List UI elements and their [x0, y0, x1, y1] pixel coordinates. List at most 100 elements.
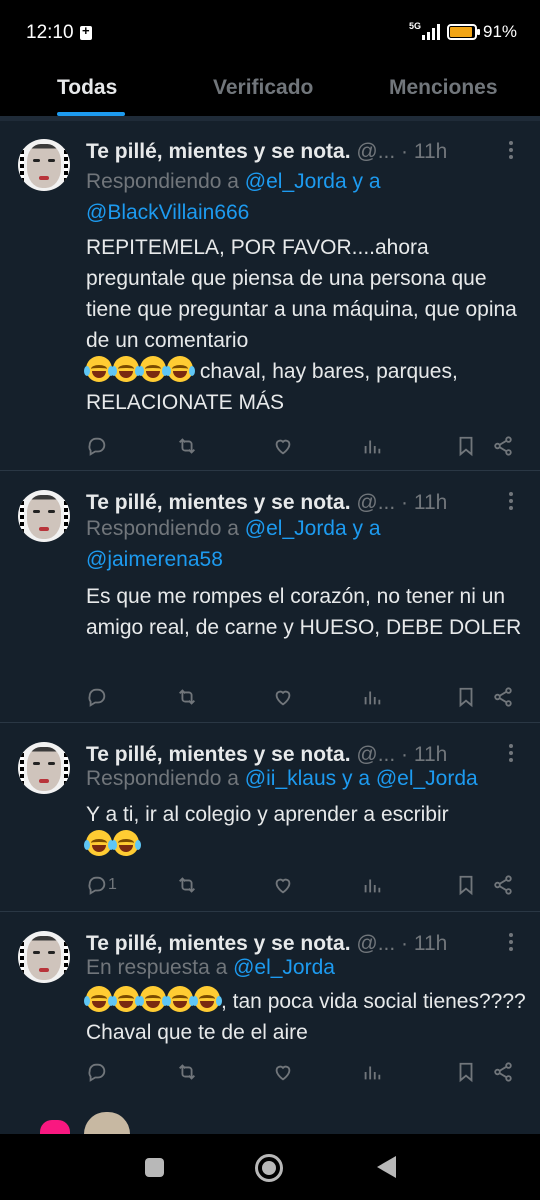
- laughing-crying-emoji-icon: [165, 356, 195, 382]
- share-icon-button[interactable]: [492, 686, 516, 710]
- laughing-crying-emoji-icon: [138, 356, 168, 382]
- share-icon-button[interactable]: [492, 1061, 516, 1085]
- retweet-icon: [179, 438, 195, 454]
- views-icon: [364, 879, 381, 893]
- like-icon-button[interactable]: [272, 874, 296, 898]
- like-icon-button[interactable]: [272, 1061, 296, 1085]
- bookmark-icon-button[interactable]: [455, 686, 479, 710]
- views-icon-button[interactable]: [361, 686, 385, 710]
- share-icon: [494, 1062, 512, 1082]
- like-icon-button[interactable]: [272, 435, 296, 459]
- tweet-actions: [0, 435, 540, 459]
- retweet-icon: [179, 877, 195, 893]
- bookmark-icon-button[interactable]: [455, 435, 479, 459]
- retweet-icon-button[interactable]: [176, 874, 200, 898]
- share-icon-button[interactable]: [492, 874, 516, 898]
- laughing-crying-emoji-icon: [111, 986, 141, 1012]
- mention-link[interactable]: @el_Jorda: [245, 170, 347, 193]
- reply-icon: [88, 1063, 106, 1082]
- mention-link[interactable]: @el_Jorda: [245, 517, 347, 540]
- views-icon: [364, 1066, 381, 1080]
- laughing-crying-emoji-icon: [192, 986, 222, 1012]
- reply-icon-button[interactable]: [86, 686, 110, 710]
- mention-link[interactable]: @BlackVillain666: [86, 201, 249, 224]
- tweet-text: , tan poca vida social tienes???? Chaval…: [84, 986, 526, 1048]
- laughing-crying-emoji-icon: [138, 986, 168, 1012]
- share-icon: [494, 436, 512, 456]
- sd-card-icon: [80, 23, 92, 40]
- like-icon: [275, 439, 291, 455]
- mention-link[interactable]: @el_Jorda: [233, 956, 335, 979]
- more-options-icon[interactable]: [506, 933, 516, 953]
- share-icon-button[interactable]: [492, 435, 516, 459]
- bookmark-icon: [459, 1062, 473, 1083]
- home-button[interactable]: [255, 1154, 283, 1182]
- more-options-icon[interactable]: [506, 492, 516, 512]
- bookmark-icon: [459, 436, 473, 457]
- bookmark-icon: [459, 875, 473, 896]
- laughing-crying-emoji-icon: [111, 830, 141, 856]
- retweet-icon-button[interactable]: [176, 1061, 200, 1085]
- laughing-crying-emoji-icon: [84, 830, 114, 856]
- username[interactable]: @...: [356, 491, 395, 514]
- timestamp[interactable]: · 11h: [401, 491, 447, 514]
- reply-icon-button[interactable]: [86, 1061, 110, 1085]
- views-icon: [364, 691, 381, 705]
- views-icon-button[interactable]: [361, 874, 385, 898]
- tweet-text: REPITEMELA, POR FAVOR....ahora preguntal…: [84, 236, 517, 414]
- tweet[interactable]: Te pillé, mientes y se nota. @... · 11h …: [0, 724, 540, 912]
- avatar[interactable]: [18, 742, 70, 794]
- tweet[interactable]: Te pillé, mientes y se nota. @... · 11h …: [0, 913, 540, 1098]
- mention-link[interactable]: @ii_klaus y a @el_Jorda: [245, 767, 478, 790]
- reply-icon: [88, 876, 106, 895]
- battery-percent: 91%: [483, 22, 518, 41]
- avatar[interactable]: [18, 490, 70, 542]
- reply-icon-button[interactable]: 1: [86, 874, 117, 898]
- back-button[interactable]: [375, 1154, 403, 1182]
- recent-apps-button[interactable]: [141, 1154, 169, 1182]
- reply-icon-button[interactable]: [86, 435, 110, 459]
- tweet[interactable]: Te pillé, mientes y se nota. @... · 11h …: [0, 121, 540, 471]
- laughing-crying-emoji-icon: [165, 986, 195, 1012]
- more-options-icon[interactable]: [506, 744, 516, 764]
- heart-icon[interactable]: [40, 1120, 70, 1134]
- reply-context: Respondiendo a @el_Jorda y a @BlackVilla…: [86, 170, 381, 224]
- views-icon-button[interactable]: [361, 1061, 385, 1085]
- clock: 12:10: [26, 22, 74, 43]
- status-bar: 12:10 5G 91%: [0, 0, 540, 60]
- more-options-icon[interactable]: [506, 141, 516, 161]
- reply-count: 1: [108, 876, 117, 893]
- tweet-actions: 1: [0, 874, 540, 898]
- system-navigation-bar: [0, 1134, 540, 1200]
- battery-icon: [447, 24, 480, 40]
- tweet[interactable]: Te pillé, mientes y se nota. @... · 11h …: [0, 472, 540, 723]
- bookmark-icon-button[interactable]: [455, 874, 479, 898]
- avatar[interactable]: [18, 931, 70, 983]
- retweet-icon: [179, 1064, 195, 1080]
- display-name[interactable]: Te pillé, mientes y se nota.: [86, 491, 351, 514]
- tab-todas[interactable]: Todas: [57, 76, 117, 100]
- tweet-text: Es que me rompes el corazón, no tener ni…: [86, 585, 522, 639]
- laughing-crying-emoji-icon: [84, 986, 114, 1012]
- tab-verificado[interactable]: Verificado: [213, 76, 313, 100]
- reply-icon: [88, 437, 106, 456]
- views-icon-button[interactable]: [361, 435, 385, 459]
- bookmark-icon-button[interactable]: [455, 1061, 479, 1085]
- reply-context: Respondiendo a @ii_klaus y a @el_Jorda: [86, 767, 478, 790]
- avatar[interactable]: [18, 139, 70, 191]
- timestamp[interactable]: · 11h: [401, 140, 447, 163]
- laughing-crying-emoji-icon: [111, 356, 141, 382]
- tab-menciones[interactable]: Menciones: [389, 76, 498, 100]
- retweet-icon-button[interactable]: [176, 435, 200, 459]
- display-name[interactable]: Te pillé, mientes y se nota.: [86, 140, 351, 163]
- share-icon: [494, 875, 512, 895]
- retweet-icon-button[interactable]: [176, 686, 200, 710]
- tweet-text: Y a ti, ir al colegio y aprender a escri…: [84, 799, 526, 861]
- laughing-crying-emoji-icon: [84, 356, 114, 382]
- share-icon: [494, 687, 512, 707]
- bookmark-icon: [459, 687, 473, 708]
- tweet-actions: [0, 1061, 540, 1085]
- mention-link[interactable]: @jaimerena58: [86, 548, 223, 571]
- username[interactable]: @...: [356, 140, 395, 163]
- like-icon-button[interactable]: [272, 686, 296, 710]
